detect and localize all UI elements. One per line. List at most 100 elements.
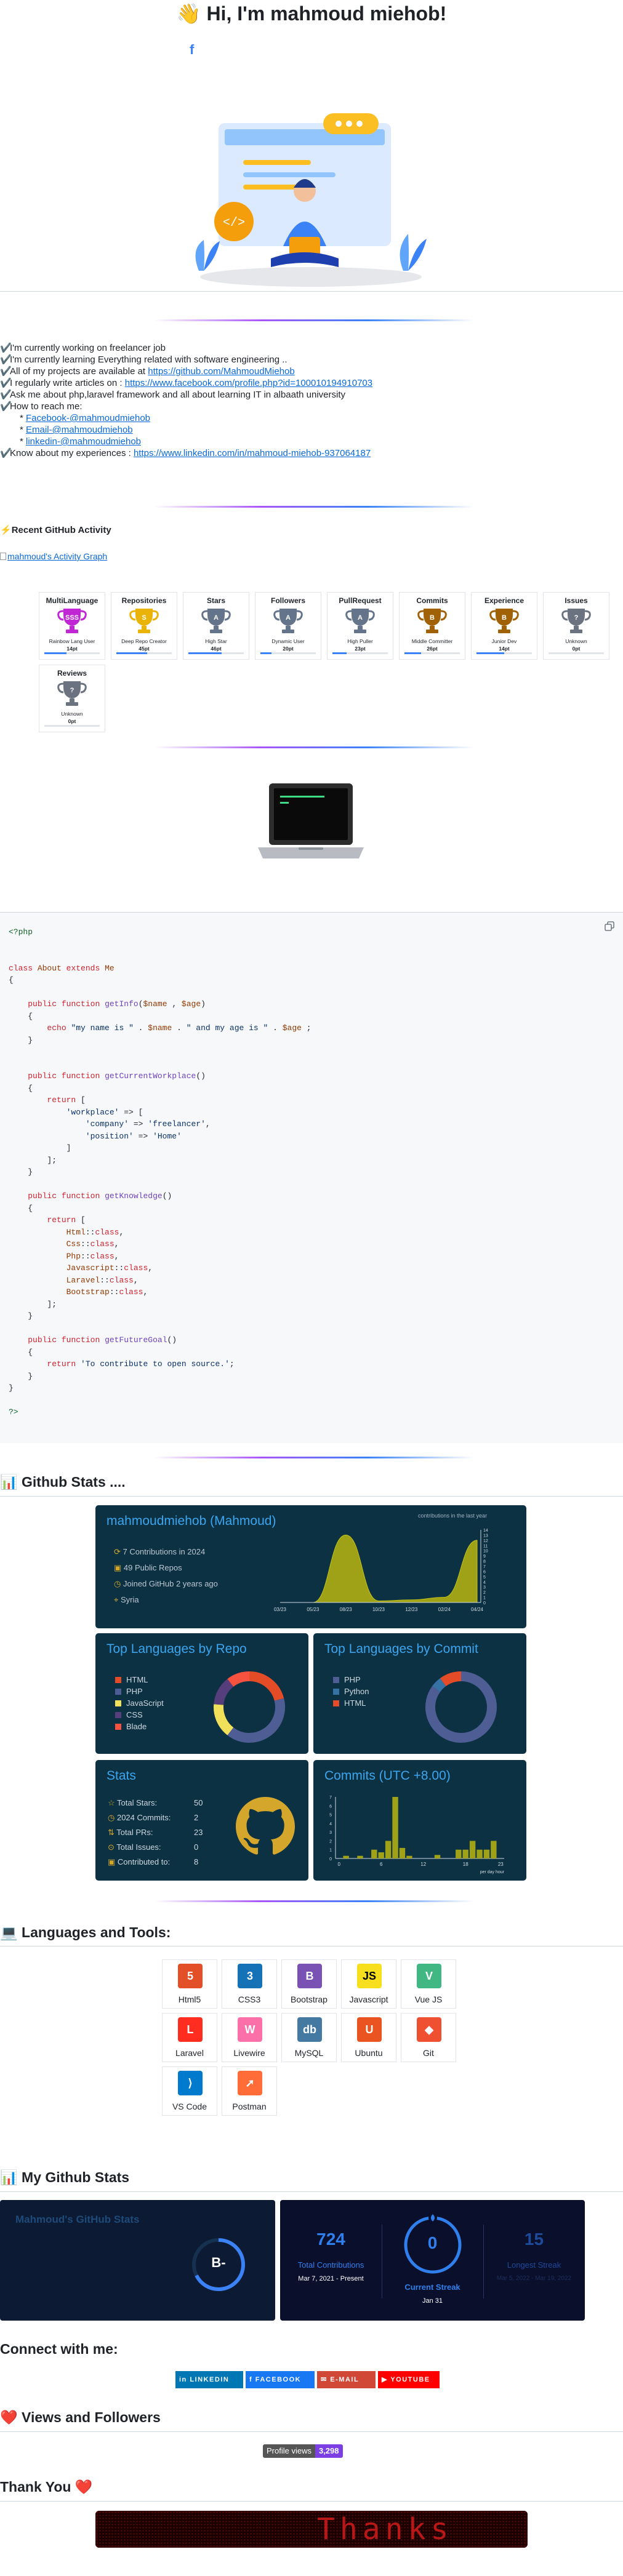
tools-heading: 💻 Languages and Tools: [0, 1924, 171, 1940]
badge-facebook[interactable]: f FACEBOOK [246, 2371, 315, 2388]
donut-slice [214, 1679, 234, 1705]
trophy-progress [476, 652, 532, 654]
trophy-rank: B [502, 614, 507, 622]
laptop-illustration [258, 783, 364, 858]
tool-html5: 5 Html5 [162, 1959, 217, 2009]
y-tick-label: 5 [483, 1575, 486, 1580]
commit-bar [456, 1849, 462, 1858]
contact-item: * linkedin-@mahmoudmiehob [20, 436, 142, 447]
activity-graph-image[interactable]: mahmoud's Activity Graph [0, 551, 107, 561]
tool-name: CSS3 [238, 1994, 261, 2004]
contact-email-link[interactable]: Email-@mahmoudmiehob [26, 425, 133, 435]
tool-icon: JS [357, 1964, 382, 1988]
stats-row-label: Total PRs: [116, 1828, 153, 1837]
trophy-rank: B [430, 614, 435, 622]
activity-graph-link[interactable]: mahmoud's Activity Graph [7, 551, 107, 561]
trophy-points: 26pt [427, 646, 438, 652]
code-line: } [9, 1383, 14, 1393]
facebook-icon: f [249, 2376, 255, 2383]
legend-label: CSS [126, 1710, 143, 1719]
connect-heading: Connect with me: [0, 2341, 118, 2357]
tool-name: Laravel [175, 2048, 204, 2058]
trophy-title: PullRequest [339, 596, 382, 605]
graph-label: contributions in the last year [418, 1513, 488, 1519]
code-line: } [28, 1167, 33, 1177]
facebook-icon[interactable]: f [190, 42, 194, 58]
tool-icon: ◆ [417, 2017, 441, 2042]
tool-icon: U [357, 2017, 382, 2042]
commit-bar [385, 1841, 392, 1858]
tool-laravel: L Laravel [162, 2013, 217, 2062]
legend-swatch [333, 1689, 339, 1695]
stats-row-label: Contributed to: [117, 1857, 171, 1866]
commit-bar [434, 1855, 441, 1858]
trophy-title: Repositories [121, 596, 167, 605]
trophy-points: 23pt [355, 646, 366, 652]
tool-javascript: JS Javascript [341, 1959, 396, 2009]
contact-linkedin-link[interactable]: linkedin-@mahmoudmiehob [26, 436, 141, 447]
code-line: { [28, 1347, 33, 1357]
commit-bar [392, 1797, 398, 1858]
y-tick-label: 0 [329, 1857, 332, 1862]
tool-name: MySQL [294, 2048, 324, 2058]
trophy-icon: SSS [57, 609, 87, 633]
trophy-progress-fill [260, 652, 271, 654]
about-list: ✔️I'm currently working on freelancer jo… [0, 342, 616, 459]
code-line: ?> [9, 1407, 18, 1417]
about-item: ✔️Know about my experiences : https://ww… [0, 448, 371, 458]
trophy-progress [116, 652, 172, 654]
trophy-progress [332, 652, 388, 654]
profile-location: ⌖ Syria [114, 1595, 139, 1604]
tool-icon: ➚ [238, 2071, 262, 2095]
code-line: return 'To contribute to open source.'; [47, 1359, 235, 1369]
contribution-area-chart: 03/23 05/23 08/23 10/23 12/23 02/24 04/2414131… [274, 1529, 488, 1612]
y-tick-label: 11 [483, 1544, 488, 1548]
tool-icon: W [238, 2017, 262, 2042]
badge-e-mail[interactable]: ✉ E-MAIL [317, 2371, 376, 2388]
commit-bar [469, 1841, 476, 1858]
trophy-label: Rainbow Lang User [49, 638, 95, 644]
tool-name: Git [423, 2048, 434, 2058]
legend-label: JavaScript [126, 1698, 164, 1708]
commit-bar [476, 1849, 483, 1858]
donut-slice [249, 1671, 284, 1702]
tool-name: Javascript [349, 1994, 388, 2004]
code-line: return [ [47, 1215, 86, 1225]
legend-item: HTML [115, 1675, 148, 1684]
code-line: } [28, 1035, 33, 1045]
x-tick-label: 03/23 [274, 1607, 287, 1612]
trophy-label: Deep Repo Creator [121, 638, 167, 644]
trophy-progress [188, 652, 244, 654]
trophy-rank: SSS [65, 614, 79, 622]
y-tick-label: 1 [329, 1849, 332, 1853]
copy-icon[interactable] [605, 921, 614, 931]
badge-label: FACEBOOK [255, 2376, 302, 2383]
trophy-rank: ? [574, 614, 579, 622]
badge-youtube[interactable]: ▶ YOUTUBE [378, 2371, 440, 2388]
badge-linkedin[interactable]: in LINKEDIN [175, 2371, 243, 2388]
code-line: Bootstrap::class, [66, 1287, 148, 1297]
legend-swatch [115, 1700, 121, 1706]
wave-emoji: 👋 [176, 2, 201, 25]
legend-swatch [333, 1677, 339, 1683]
hero-illustration: </> [195, 113, 427, 287]
linkedin-experience-link[interactable]: https://www.linkedin.com/in/mahmoud-mieh… [134, 448, 371, 458]
commit-bar [399, 1847, 406, 1858]
tool-icon: 5 [178, 1964, 203, 1988]
contact-facebook-link[interactable]: Facebook-@mahmoudmiehob [26, 413, 150, 423]
legend-label: Python [344, 1687, 369, 1696]
github-link[interactable]: https://github.com/MahmoudMiehob [148, 366, 294, 377]
trophy-card: Issues? Unknown 0pt [543, 592, 609, 660]
x-axis-footer: per day hour [480, 1870, 505, 1874]
tool-bootstrap: B Bootstrap [281, 1959, 337, 2009]
trophy-points: 14pt [499, 646, 510, 652]
code-line: } [28, 1371, 33, 1381]
tool-name: VS Code [172, 2102, 207, 2111]
legend-swatch [333, 1700, 339, 1706]
legend-label: Blade [126, 1722, 147, 1731]
stats-row-value: 23 [194, 1828, 203, 1837]
trophy-progress [260, 652, 316, 654]
y-tick-label: 3 [483, 1586, 486, 1590]
facebook-profile-link[interactable]: https://www.facebook.com/profile.php?id=… [125, 378, 372, 388]
trophy-icon: ? [561, 609, 591, 633]
